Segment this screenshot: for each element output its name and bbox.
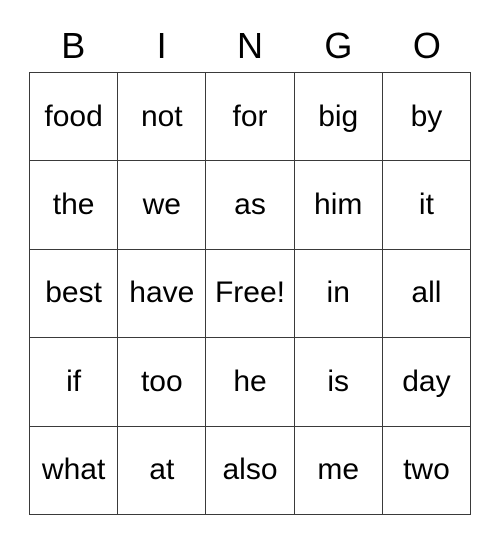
- bingo-cell[interactable]: he: [206, 338, 295, 427]
- bingo-card: B I N G O food not for big by the we as …: [29, 20, 472, 515]
- bingo-cell-label: best: [45, 276, 102, 310]
- bingo-cell[interactable]: me: [294, 426, 383, 515]
- bingo-header-letter-g: G: [324, 25, 353, 66]
- bingo-row: best have Free! in all: [30, 249, 472, 339]
- bingo-cell-label: for: [232, 99, 268, 133]
- bingo-cell-label: food: [44, 99, 103, 133]
- bingo-free-space-cell[interactable]: Free!: [206, 249, 295, 339]
- bingo-cell-label: not: [140, 99, 183, 133]
- bingo-cell-label: if: [66, 364, 82, 398]
- bingo-cell[interactable]: two: [382, 426, 472, 515]
- bingo-header-letter-b: B: [61, 25, 86, 66]
- bingo-cell-label: as: [234, 188, 266, 222]
- bingo-cell[interactable]: is: [294, 338, 383, 427]
- bingo-header-letter-i: I: [156, 25, 167, 66]
- bingo-cell-label: is: [327, 364, 350, 398]
- bingo-free-space-label: Free!: [214, 276, 286, 310]
- bingo-cell[interactable]: what: [30, 426, 119, 515]
- bingo-cell[interactable]: we: [118, 161, 207, 250]
- bingo-row: if too he is day: [30, 338, 472, 427]
- bingo-cell[interactable]: not: [118, 73, 207, 162]
- bingo-cell-label: all: [411, 276, 442, 310]
- bingo-cell-label: the: [52, 188, 95, 222]
- bingo-row: what at also me two: [30, 426, 472, 515]
- bingo-cell[interactable]: all: [382, 249, 472, 339]
- bingo-cell-label: at: [149, 453, 175, 487]
- bingo-cell[interactable]: too: [118, 338, 207, 427]
- bingo-row: food not for big by: [30, 73, 472, 162]
- bingo-grid: food not for big by the we as him it bes…: [29, 72, 472, 515]
- bingo-cell[interactable]: food: [30, 73, 119, 162]
- bingo-cell[interactable]: if: [30, 338, 119, 427]
- bingo-cell-label: day: [402, 364, 451, 398]
- bingo-header-letter-o: O: [412, 25, 441, 66]
- bingo-cell-label: me: [317, 453, 360, 487]
- bingo-cell[interactable]: have: [118, 249, 207, 339]
- bingo-cell-label: also: [222, 453, 278, 487]
- bingo-cell-label: in: [326, 276, 350, 310]
- bingo-cell[interactable]: the: [30, 161, 119, 250]
- bingo-cell[interactable]: it: [382, 161, 472, 250]
- bingo-cell[interactable]: day: [382, 338, 472, 427]
- bingo-cell[interactable]: also: [206, 426, 295, 515]
- bingo-cell[interactable]: at: [118, 426, 207, 515]
- bingo-cell-label: have: [129, 276, 195, 310]
- bingo-cell[interactable]: by: [382, 73, 472, 162]
- bingo-cell[interactable]: him: [294, 161, 383, 250]
- bingo-cell-label: it: [418, 188, 434, 222]
- bingo-row: the we as him it: [30, 161, 472, 250]
- bingo-cell[interactable]: as: [206, 161, 295, 250]
- bingo-cell-label: what: [41, 453, 106, 487]
- bingo-cell[interactable]: in: [294, 249, 383, 339]
- bingo-cell-label: him: [314, 188, 363, 222]
- bingo-cell[interactable]: big: [294, 73, 383, 162]
- bingo-header-letter-n: N: [237, 25, 264, 66]
- bingo-cell[interactable]: for: [206, 73, 295, 162]
- bingo-cell-label: we: [142, 188, 181, 222]
- bingo-cell-label: two: [403, 453, 450, 487]
- bingo-cell-label: he: [233, 364, 267, 398]
- bingo-cell-label: too: [140, 364, 183, 398]
- bingo-cell[interactable]: best: [30, 249, 119, 339]
- bingo-cell-label: by: [410, 99, 443, 133]
- bingo-header-row: B I N G O: [29, 20, 471, 72]
- bingo-cell-label: big: [318, 99, 359, 133]
